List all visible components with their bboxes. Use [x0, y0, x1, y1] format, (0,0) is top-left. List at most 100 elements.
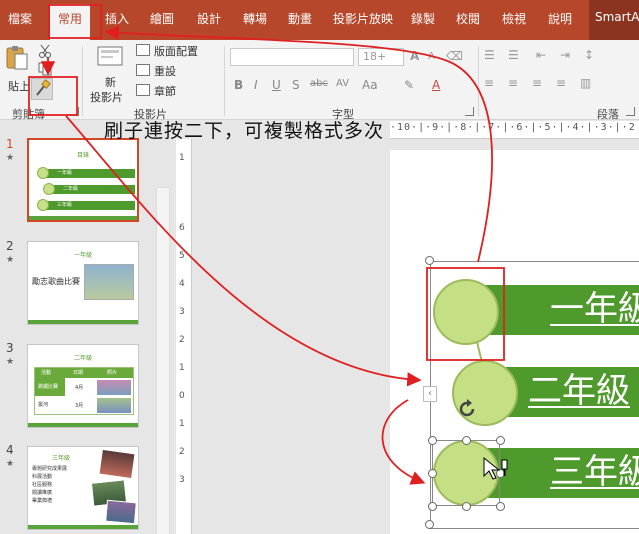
- slide-thumbnail-3[interactable]: 二年級 活動 日期 照片 跳繩比賽 4月 拔河 3月: [27, 344, 139, 428]
- format-painter-button[interactable]: [31, 78, 53, 100]
- slide-thumbnail-2[interactable]: 一年級 勵志歌曲比賽: [27, 241, 139, 325]
- thumb-photo: [97, 398, 131, 413]
- vertical-ruler: 1 6 5 4 3 2 1 0 1 2 3: [176, 139, 192, 534]
- thumbnail-scrollbar[interactable]: [156, 187, 170, 534]
- thumb-photo: [97, 380, 131, 395]
- strikethrough-button[interactable]: abc: [310, 78, 328, 89]
- animation-star-icon: ★: [6, 255, 15, 265]
- ruler-number: 0: [179, 391, 185, 401]
- resize-handle[interactable]: [496, 502, 505, 511]
- increase-indent-icon[interactable]: ⇥: [560, 48, 570, 62]
- cut-icon[interactable]: [38, 44, 52, 58]
- thumb-bullet: 專題研究成果展: [32, 466, 68, 472]
- tab-help[interactable]: 說明: [548, 10, 572, 28]
- decrease-indent-icon[interactable]: ⇤: [536, 48, 546, 62]
- font-launcher-icon[interactable]: [465, 107, 474, 116]
- tab-draw[interactable]: 繪圖: [150, 10, 174, 28]
- bold-button[interactable]: B: [234, 78, 243, 92]
- resize-handle[interactable]: [462, 436, 471, 445]
- ruler-number: 3: [179, 307, 185, 317]
- thumb-table: 活動 日期 照片 跳繩比賽 4月 拔河 3月: [34, 367, 134, 415]
- thumb-bullet: 閱讀推廣: [32, 490, 53, 496]
- tab-transitions[interactable]: 轉場: [243, 10, 267, 28]
- thumb-footer: [28, 525, 138, 529]
- thumb-bullets: 專題研究成果展 科展活動 社區服務 閱讀推廣 畢業典禮: [32, 465, 67, 505]
- thumb-bullet: 科展活動: [32, 474, 53, 480]
- copy-icon[interactable]: [38, 62, 52, 76]
- slide-canvas[interactable]: ‹ 一年級 二年級 三年級: [390, 150, 639, 534]
- group-separator: [478, 46, 479, 116]
- section-icon: [136, 84, 150, 96]
- paragraph-launcher-icon[interactable]: [626, 107, 635, 116]
- new-slide-button[interactable]: 新 投影片: [88, 44, 132, 104]
- resize-handle[interactable]: [428, 502, 437, 511]
- tab-design[interactable]: 設計: [197, 10, 221, 28]
- resize-handle[interactable]: [428, 436, 437, 445]
- shadow-button[interactable]: S: [292, 78, 300, 92]
- clear-format-icon[interactable]: ⌫: [446, 49, 463, 63]
- thumb-circle: [37, 167, 49, 179]
- layout-label: 版面配置: [154, 45, 198, 58]
- shrink-font-button[interactable]: A: [428, 51, 435, 62]
- ruler-number: 2: [179, 447, 185, 457]
- resize-handle[interactable]: [496, 436, 505, 445]
- underline-button[interactable]: U: [272, 78, 281, 92]
- tab-smartart[interactable]: SmartArt: [589, 0, 639, 40]
- highlight-icon[interactable]: ✎: [404, 78, 414, 92]
- new-slide-label-2: 投影片: [90, 91, 123, 104]
- resize-handle[interactable]: [425, 520, 434, 529]
- ruler-number: 1: [179, 363, 185, 373]
- slide-thumbnail-4[interactable]: 三年級 專題研究成果展 科展活動 社區服務 閱讀推廣 畢業典禮: [27, 446, 139, 530]
- tab-file[interactable]: 檔案: [8, 10, 32, 28]
- tab-slideshow[interactable]: 投影片放映: [333, 10, 393, 28]
- align-center-icon[interactable]: ≡: [508, 76, 518, 90]
- tab-animations[interactable]: 動畫: [288, 10, 312, 28]
- font-color-button[interactable]: A: [432, 78, 440, 92]
- thumb-bullet: 畢業典禮: [32, 498, 53, 504]
- thumb-table-cell: 拔河: [38, 402, 49, 408]
- tab-home[interactable]: 常用: [50, 4, 91, 40]
- tab-review[interactable]: 校閱: [456, 10, 480, 28]
- line-spacing-icon[interactable]: ↕: [584, 48, 594, 62]
- bullets-icon[interactable]: ☰: [484, 48, 495, 62]
- columns-icon[interactable]: ▥: [580, 76, 591, 90]
- animation-star-icon: ★: [6, 357, 15, 367]
- reset-icon: [136, 64, 150, 76]
- numbering-icon[interactable]: ☰: [508, 48, 519, 62]
- clipboard-launcher-icon[interactable]: [70, 107, 79, 116]
- justify-icon[interactable]: ≡: [556, 76, 566, 90]
- align-left-icon[interactable]: ≡: [484, 76, 494, 90]
- rotate-handle-icon[interactable]: [456, 398, 478, 420]
- ruler-ticks: ·10·|·9·|·8·|·7·|·6·|·5·|·4·|·3·|·2: [390, 122, 636, 133]
- clipboard-group-label: 剪貼簿: [12, 108, 45, 121]
- tab-insert[interactable]: 插入: [105, 10, 129, 28]
- new-slide-label: 新: [105, 76, 116, 89]
- slide-thumbnail-1[interactable]: 目錄 一年級 二年級 三年級: [27, 138, 139, 222]
- thumb-bullet: 社區服務: [32, 482, 53, 488]
- change-case-button[interactable]: Aa: [362, 78, 378, 92]
- tab-record[interactable]: 錄製: [411, 10, 435, 28]
- resize-handle[interactable]: [425, 256, 434, 265]
- thumb-title: 一年級: [73, 252, 92, 259]
- resize-handle[interactable]: [428, 469, 437, 478]
- resize-handle[interactable]: [462, 502, 471, 511]
- new-slide-icon: [97, 46, 123, 66]
- font-size-combo[interactable]: 18+: [358, 48, 404, 66]
- character-spacing-button[interactable]: AV: [336, 78, 349, 89]
- font-name-combo[interactable]: [230, 48, 354, 66]
- grow-font-button[interactable]: A: [410, 49, 419, 63]
- smartart-circle-1[interactable]: [433, 279, 499, 345]
- align-right-icon[interactable]: ≡: [532, 76, 542, 90]
- group-separator: [82, 46, 83, 116]
- ribbon-tab-bar: 檔案 常用 插入 繪圖 設計 轉場 動畫 投影片放映 錄製 校閱 檢視 說明 S…: [0, 0, 639, 40]
- thumb-caption: 勵志歌曲比賽: [32, 277, 80, 286]
- thumb-photo: [105, 499, 137, 525]
- tab-view[interactable]: 檢視: [502, 10, 526, 28]
- paste-button[interactable]: 貼上: [4, 44, 30, 100]
- thumb-table-cell: 3月: [75, 403, 84, 409]
- italic-button[interactable]: I: [254, 78, 258, 92]
- smartart-expand-button[interactable]: ‹: [423, 386, 437, 402]
- slide-number: 2: [6, 239, 14, 253]
- layout-icon: [136, 44, 150, 56]
- thumb-bar: 一年級: [43, 169, 135, 178]
